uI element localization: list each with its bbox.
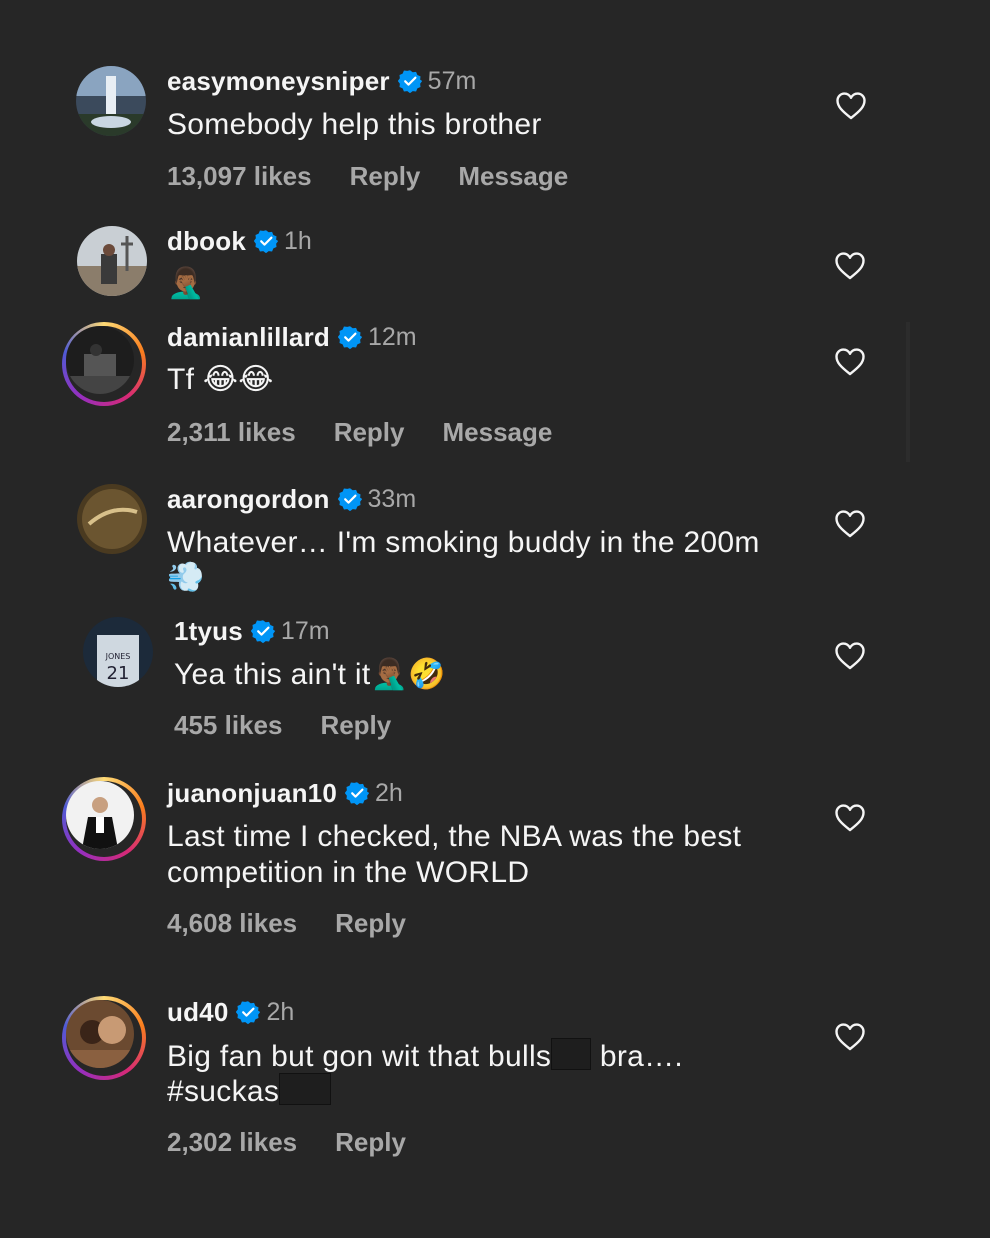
verified-badge-icon <box>251 619 275 643</box>
comment-text-line2: #suckas <box>167 1073 807 1110</box>
heart-icon[interactable] <box>835 1023 865 1051</box>
verified-badge-icon <box>254 229 278 253</box>
reply-button[interactable]: Reply <box>334 417 405 448</box>
hashtag[interactable]: #suckas <box>167 1075 279 1108</box>
heart-icon[interactable] <box>836 92 866 120</box>
avatar-story-ring[interactable] <box>62 322 146 406</box>
message-button[interactable]: Message <box>458 161 568 192</box>
profile-photo <box>66 1000 134 1068</box>
username[interactable]: ud40 <box>167 997 228 1028</box>
username[interactable]: dbook <box>167 226 246 257</box>
username[interactable]: aarongordon <box>167 484 330 515</box>
comment-text: Tf 😂😂 <box>167 363 274 396</box>
censor-box <box>551 1038 592 1070</box>
avatar[interactable] <box>77 484 147 554</box>
message-button[interactable]: Message <box>443 417 553 448</box>
profile-photo <box>66 326 134 394</box>
likes-count[interactable]: 4,608 likes <box>167 908 297 939</box>
username[interactable]: juanonjuan10 <box>167 778 337 809</box>
profile-photo <box>66 781 134 849</box>
comment-text: Last time I checked, the NBA was the bes… <box>167 820 742 853</box>
heart-icon[interactable] <box>835 804 865 832</box>
comment-text-part: Big fan but gon wit that bulls <box>167 1040 552 1073</box>
comment-text-part: bra…. <box>591 1040 684 1073</box>
verified-badge-icon <box>338 487 362 511</box>
finals-logo-image <box>77 484 147 554</box>
timestamp: 17m <box>280 616 330 645</box>
avatar[interactable] <box>77 226 147 296</box>
timestamp: 12m <box>367 322 417 351</box>
reply-button[interactable]: Reply <box>320 710 391 741</box>
username[interactable]: damianlillard <box>167 322 330 353</box>
reply-button[interactable]: Reply <box>350 161 421 192</box>
comment-text: 🤦🏾‍♂️ <box>167 266 205 301</box>
comment-text: Somebody help this brother <box>167 108 542 141</box>
likes-count[interactable]: 455 likes <box>174 710 282 741</box>
verified-badge-icon <box>236 1000 260 1024</box>
comment-text: Big fan but gon wit that bulls bra…. <box>167 1038 867 1075</box>
avatar-story-ring[interactable] <box>62 777 146 861</box>
heart-icon[interactable] <box>835 348 865 376</box>
heart-icon[interactable] <box>835 642 865 670</box>
timestamp: 2h <box>266 997 295 1026</box>
scrollbar[interactable] <box>906 322 910 462</box>
likes-count[interactable]: 2,302 likes <box>167 1127 297 1158</box>
timestamp: 2h <box>374 778 403 807</box>
username[interactable]: easymoneysniper <box>167 66 390 97</box>
likes-count[interactable]: 2,311 likes <box>167 417 296 448</box>
heart-icon[interactable] <box>835 510 865 538</box>
reply-button[interactable]: Reply <box>335 1127 406 1158</box>
verified-badge-icon <box>338 325 362 349</box>
avatar[interactable]: JONES 21 <box>83 617 153 687</box>
timestamp: 33m <box>367 484 417 513</box>
reply-button[interactable]: Reply <box>335 908 406 939</box>
comment-text: Yea this ain't it🤦🏾‍♂️🤣 <box>174 658 446 691</box>
likes-count[interactable]: 13,097 likes <box>167 161 312 192</box>
avatar-story-ring[interactable] <box>62 996 146 1080</box>
profile-photo <box>77 226 147 296</box>
verified-badge-icon <box>345 781 369 805</box>
heart-icon[interactable] <box>835 252 865 280</box>
comment-text-line2: competition in the WORLD <box>167 856 530 889</box>
comment-text-line2: 💨 <box>167 560 205 595</box>
svg-text:21: 21 <box>107 663 130 684</box>
username[interactable]: 1tyus <box>174 616 243 647</box>
avatar[interactable] <box>76 66 146 136</box>
timestamp: 57m <box>427 66 477 95</box>
censor-box <box>279 1073 332 1105</box>
jersey-image: JONES 21 <box>83 617 153 687</box>
svg-text:JONES: JONES <box>105 652 131 661</box>
verified-badge-icon <box>398 69 422 93</box>
timestamp: 1h <box>284 226 312 255</box>
comment-text: Whatever… I'm smoking buddy in the 200m <box>167 526 760 559</box>
waterfall-image <box>76 66 146 136</box>
